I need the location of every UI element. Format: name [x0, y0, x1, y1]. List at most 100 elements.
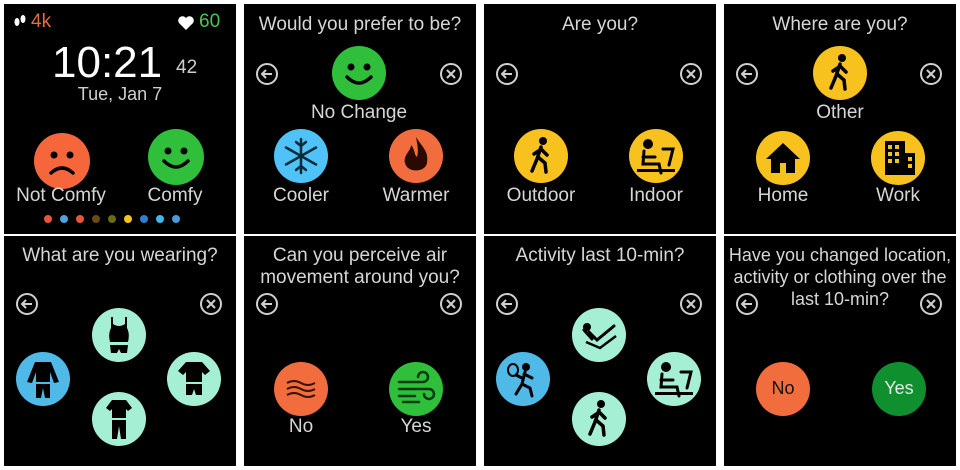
yes-change-answer-button[interactable]: Yes — [872, 362, 926, 416]
back-arrow-icon — [740, 69, 752, 79]
changed-title-line2: activity or clothing over the — [733, 267, 947, 287]
yes-air-button[interactable] — [389, 362, 443, 416]
close-button[interactable] — [440, 293, 462, 315]
other-location-button[interactable] — [813, 46, 867, 100]
clock-time: 10:21 — [52, 38, 163, 87]
back-arrow-icon — [500, 69, 512, 79]
close-icon — [926, 299, 936, 309]
page-dot — [172, 215, 180, 223]
close-button[interactable] — [440, 63, 462, 85]
indoor-label: Indoor — [629, 185, 683, 206]
not-comfy-label: Not Comfy — [16, 185, 106, 206]
air-title-line2: movement around you? — [260, 267, 460, 288]
heart-rate: 60 — [199, 11, 221, 32]
back-arrow-icon — [260, 69, 272, 79]
back-button[interactable] — [496, 63, 518, 85]
back-arrow-icon — [260, 299, 272, 309]
prefer-title: Would you prefer to be? — [258, 14, 462, 35]
tank-top-icon — [109, 317, 129, 353]
close-icon — [446, 69, 456, 79]
house-icon — [766, 143, 800, 173]
no-change-answer-button[interactable]: No — [756, 362, 810, 416]
close-button[interactable] — [200, 293, 222, 315]
outdoor-label: Outdoor — [506, 185, 576, 206]
back-button[interactable] — [736, 63, 758, 85]
close-icon — [206, 299, 216, 309]
yes-answer-label: Yes — [884, 378, 914, 398]
not-comfy-button[interactable] — [34, 133, 90, 189]
steps-count: 4k — [31, 11, 52, 32]
cooler-button[interactable] — [274, 129, 328, 183]
where-screen: Where are you? Other Home Work — [724, 4, 956, 234]
page-dot — [124, 215, 132, 223]
back-button[interactable] — [736, 293, 758, 315]
close-icon — [926, 69, 936, 79]
desk-activity-button[interactable] — [647, 352, 701, 406]
t-shirt-shorts-icon — [178, 362, 210, 395]
close-button[interactable] — [920, 63, 942, 85]
air-title-line1: Can you perceive air — [272, 245, 448, 266]
smile-face-icon — [345, 63, 373, 85]
indoor-button[interactable] — [629, 129, 683, 183]
page-dot — [44, 215, 52, 223]
back-arrow-icon — [500, 299, 512, 309]
clock-seconds: 42 — [176, 57, 198, 78]
page-dot — [108, 215, 116, 223]
short-sleeve-trousers-button[interactable] — [92, 392, 146, 446]
page-dot — [60, 215, 68, 223]
page-indicator — [44, 215, 194, 225]
activity-title: Activity last 10-min? — [515, 245, 685, 266]
back-button[interactable] — [256, 63, 278, 85]
warmer-button[interactable] — [389, 129, 443, 183]
close-icon — [686, 299, 696, 309]
comfy-button[interactable] — [148, 129, 204, 185]
reclining-person-icon — [582, 323, 617, 350]
no-change-button[interactable] — [332, 46, 386, 100]
back-button[interactable] — [496, 293, 518, 315]
page-dot — [140, 215, 148, 223]
steps-icon — [14, 15, 26, 26]
person-at-desk-icon — [637, 139, 675, 175]
home-label: Home — [757, 185, 809, 206]
office-building-icon — [885, 141, 915, 175]
yes-air-label: Yes — [400, 416, 432, 437]
wind-icon — [397, 370, 436, 404]
close-icon — [446, 299, 456, 309]
calm-waves-icon — [286, 380, 316, 398]
close-button[interactable] — [680, 293, 702, 315]
tank-top-shorts-button[interactable] — [92, 308, 146, 362]
wearing-title: What are you wearing? — [22, 245, 218, 266]
resting-activity-button[interactable] — [572, 308, 626, 362]
back-arrow-icon — [740, 299, 752, 309]
changed-title-line1: Have you changed location, — [728, 245, 952, 265]
activity-screen: Activity last 10-min? — [484, 236, 716, 466]
sad-face-icon — [49, 151, 75, 175]
walking-person-icon — [829, 54, 848, 91]
close-button[interactable] — [920, 293, 942, 315]
no-air-button[interactable] — [274, 362, 328, 416]
long-sleeve-outfit-icon — [27, 362, 59, 398]
exercise-activity-button[interactable] — [496, 352, 550, 406]
changed-screen: Have you changed location, activity or c… — [724, 236, 956, 466]
close-button[interactable] — [680, 63, 702, 85]
walking-activity-button[interactable] — [572, 392, 626, 446]
snowflake-icon — [284, 137, 318, 175]
outdoor-button[interactable] — [514, 129, 568, 183]
cooler-label: Cooler — [273, 185, 329, 206]
are-you-screen: Are you? Outdoor Indoor — [484, 4, 716, 234]
other-label: Other — [816, 102, 864, 123]
t-shirt-trousers-icon — [106, 400, 132, 439]
comfy-label: Comfy — [147, 185, 203, 206]
no-change-label: No Change — [310, 102, 408, 123]
warmer-label: Warmer — [382, 185, 450, 206]
back-button[interactable] — [16, 293, 38, 315]
air-movement-screen: Can you perceive air movement around you… — [244, 236, 476, 466]
person-at-desk-icon — [655, 362, 693, 398]
home-location-button[interactable] — [756, 131, 810, 185]
flame-icon — [404, 137, 428, 171]
short-sleeve-shorts-button[interactable] — [167, 352, 221, 406]
page-dot — [92, 215, 100, 223]
back-button[interactable] — [256, 293, 278, 315]
long-sleeve-button[interactable] — [16, 352, 70, 406]
work-location-button[interactable] — [871, 131, 925, 185]
